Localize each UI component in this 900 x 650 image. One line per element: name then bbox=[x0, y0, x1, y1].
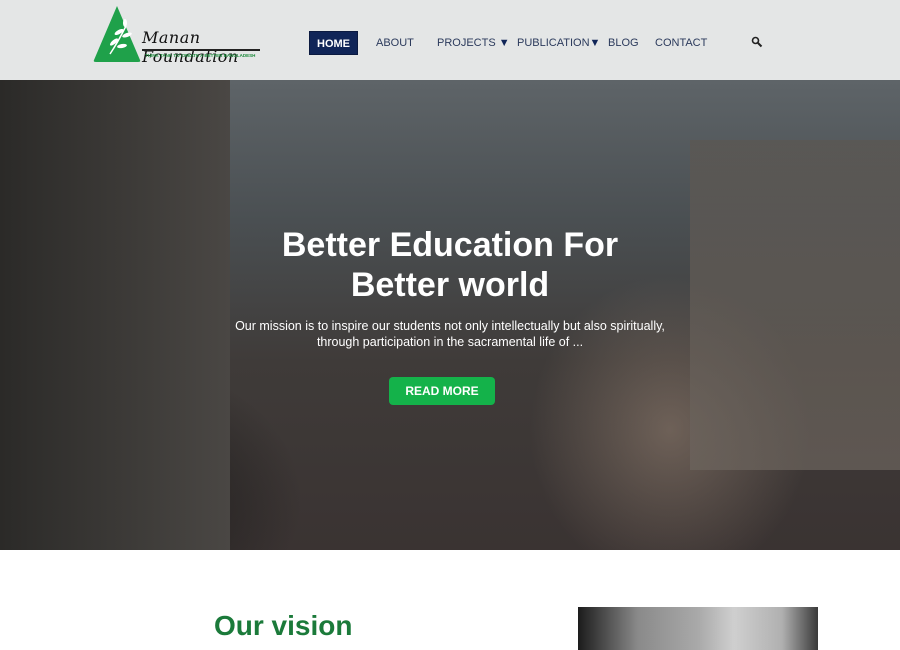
nav-projects-label: PROJECTS bbox=[437, 37, 496, 49]
vision-heading: Our vision bbox=[214, 610, 353, 641]
hero-subtitle-line2: through participation in the sacramental… bbox=[316, 335, 584, 349]
hero-subtitle: Our mission is to inspire our students n… bbox=[0, 318, 900, 350]
read-more-button[interactable]: READ MORE bbox=[389, 377, 495, 405]
nav-publication[interactable]: PUBLICATION▼ bbox=[517, 31, 600, 55]
nav-home[interactable]: HOME bbox=[309, 31, 358, 55]
nav-about[interactable]: ABOUT bbox=[376, 31, 414, 55]
hero-banner: Better Education For Better world Our mi… bbox=[0, 80, 900, 550]
hero-title: Better Education For Better world bbox=[0, 225, 900, 305]
nav-projects[interactable]: PROJECTS ▼ bbox=[437, 31, 510, 55]
search-icon[interactable] bbox=[751, 36, 763, 48]
leaf-triangle-icon bbox=[93, 6, 141, 62]
hero-photo-wall bbox=[0, 80, 230, 550]
vision-image bbox=[578, 607, 818, 650]
brand-tagline: THINK TANK TO CREATE A BETTER BANGLADESH bbox=[145, 53, 256, 58]
brand-name: Manan Foundation bbox=[142, 28, 239, 66]
caret-down-icon: ▼ bbox=[589, 37, 601, 49]
logo-divider bbox=[142, 49, 260, 51]
site-header: Manan Foundation THINK TANK TO CREATE A … bbox=[0, 0, 900, 80]
hero-title-line2: Better world bbox=[350, 266, 550, 304]
nav-contact[interactable]: CONTACT bbox=[655, 31, 707, 55]
nav-publication-label: PUBLICATION bbox=[517, 37, 590, 49]
hero-photo-houses bbox=[690, 140, 900, 470]
nav-blog[interactable]: BLOG bbox=[608, 31, 639, 55]
caret-down-icon: ▼ bbox=[498, 37, 510, 49]
logo[interactable]: Manan Foundation THINK TANK TO CREATE A … bbox=[90, 4, 265, 66]
hero-title-line1: Better Education For bbox=[281, 226, 619, 264]
hero-subtitle-line1: Our mission is to inspire our students n… bbox=[235, 319, 665, 333]
